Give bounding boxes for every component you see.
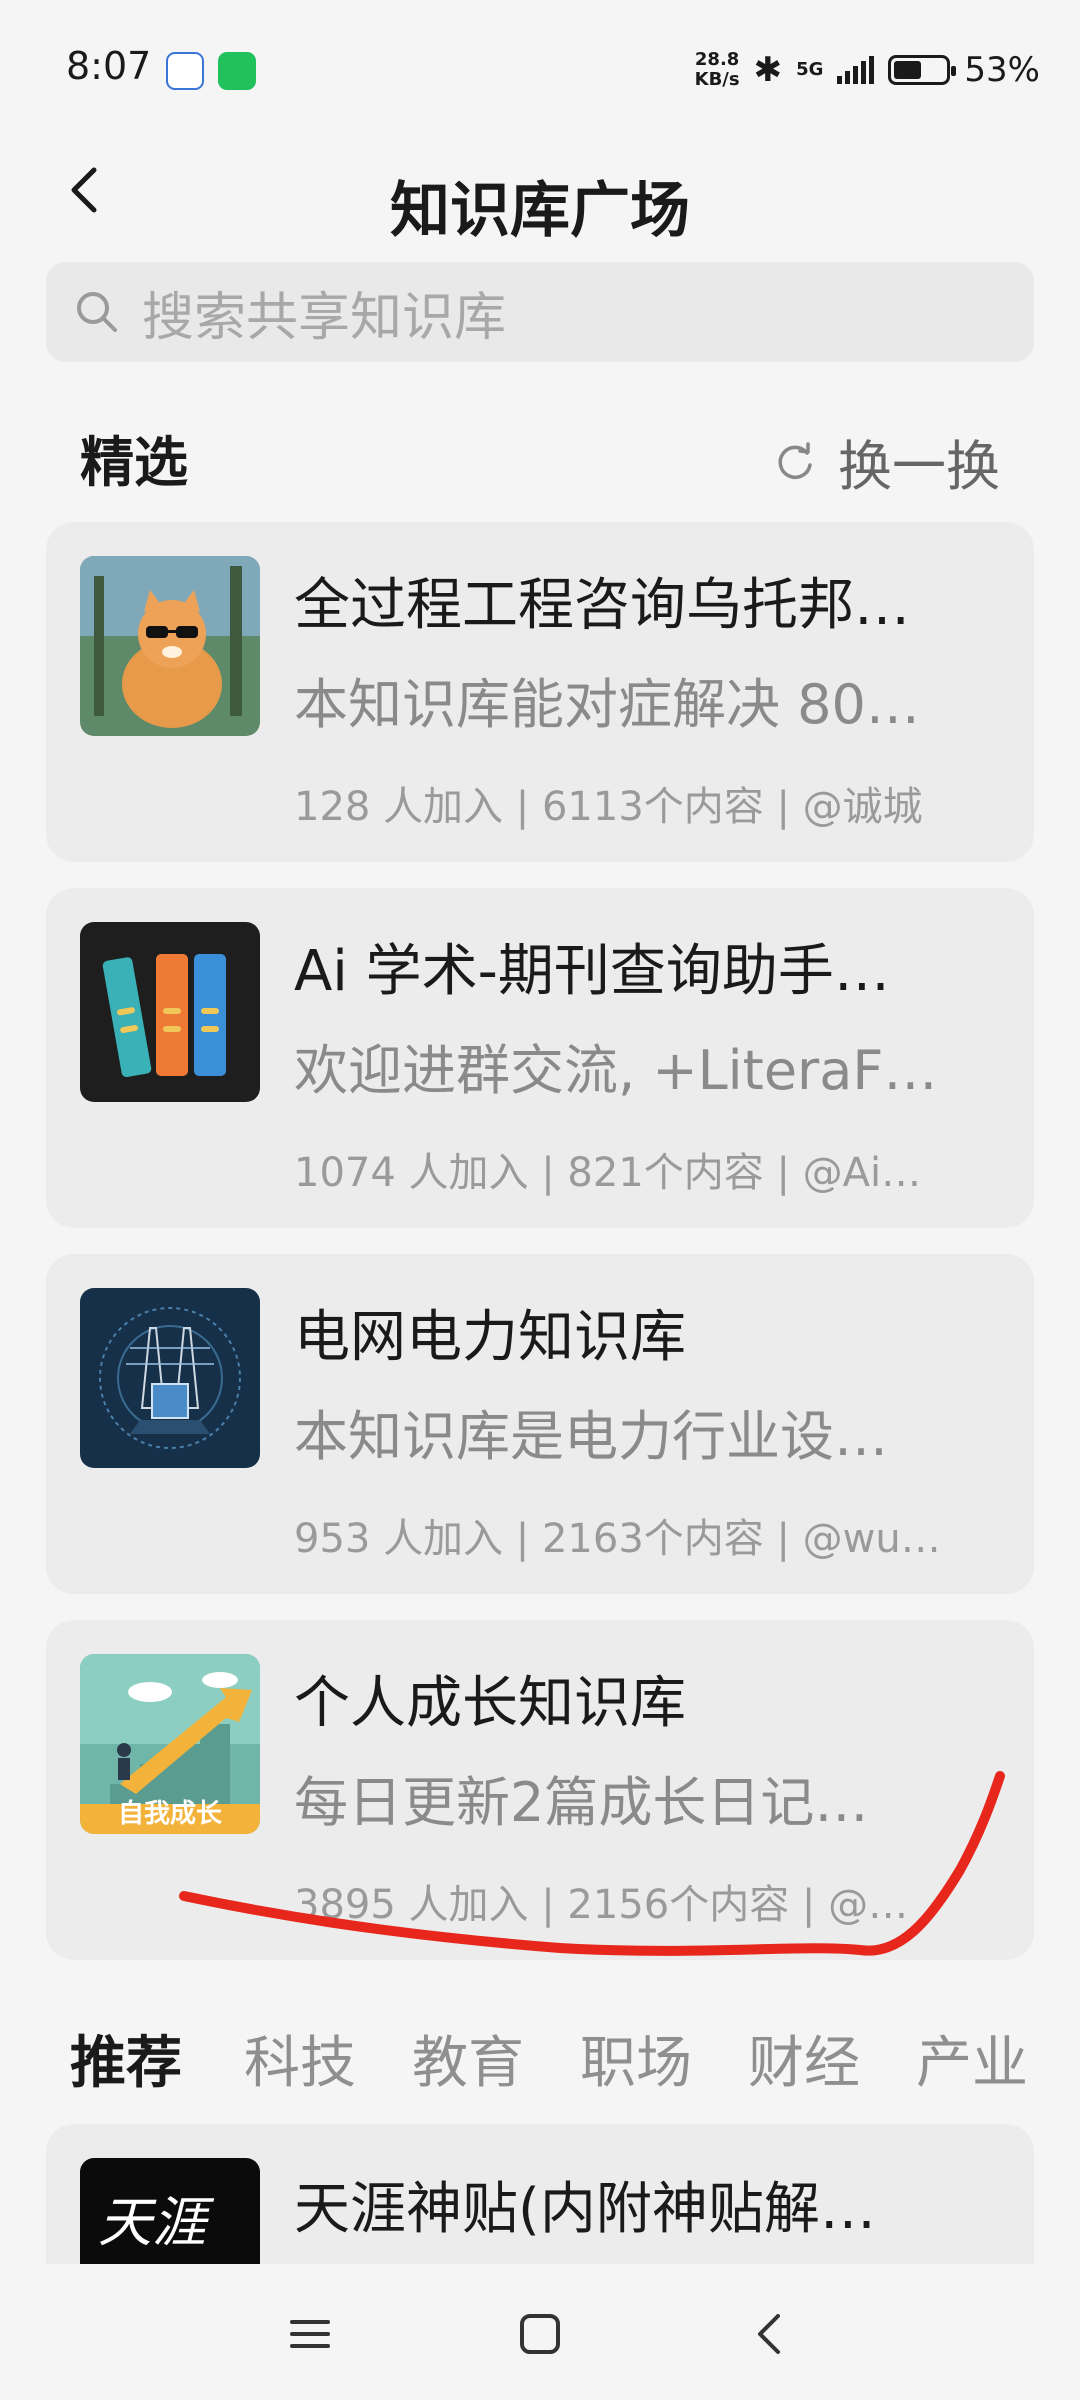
- wechat-notification-icon: [218, 52, 256, 90]
- tab-workplace[interactable]: 职场: [580, 2018, 692, 2098]
- network-type: 5G: [796, 59, 824, 80]
- system-nav-bar: [0, 2266, 1080, 2400]
- card-title: 电网电力知识库: [294, 1305, 686, 1370]
- card-meta: 1074 人加入 | 821个内容 | @Ai…: [294, 1150, 922, 1196]
- tab-industry[interactable]: 产业: [916, 2018, 1028, 2098]
- refresh-label: 换一换: [838, 435, 1000, 498]
- home-button[interactable]: [510, 2304, 570, 2364]
- featured-title: 精选: [80, 431, 188, 494]
- knowledge-base-card[interactable]: 天涯 天涯神贴(内附神贴解…: [46, 2124, 1034, 2264]
- growth-stairs-image: 自我成长: [80, 1654, 260, 1834]
- home-icon: [520, 2314, 560, 2354]
- status-bar: 8:07 28.8 KB/s ✱ 5G 53%: [0, 0, 1080, 140]
- refresh-icon: [778, 441, 812, 479]
- knowledge-base-card[interactable]: Ai 学术-期刊查询助手… 欢迎进群交流, +LiteraF… 1074 人加入…: [46, 888, 1034, 1228]
- card-description: 每日更新2篇成长日记…: [294, 1771, 869, 1834]
- page-title: 知识库广场: [390, 176, 690, 246]
- app-notification-icon: [166, 52, 204, 90]
- tianya-logo-image: 天涯: [80, 2158, 260, 2264]
- search-input[interactable]: 搜索共享知识库: [46, 262, 1034, 362]
- battery-level: [894, 61, 921, 79]
- tab-education[interactable]: 教育: [412, 2018, 524, 2098]
- refresh-button[interactable]: 换一换: [774, 422, 1000, 501]
- status-indicators: 28.8 KB/s ✱ 5G 53%: [695, 42, 1040, 98]
- search-placeholder: 搜索共享知识库: [142, 287, 507, 348]
- battery-icon: [888, 55, 957, 85]
- thumb-text: 天涯: [98, 2191, 206, 2254]
- card-description: 欢迎进群交流, +LiteraF…: [294, 1039, 938, 1102]
- search-icon: [77, 292, 117, 332]
- card-meta: 128 人加入 | 6113个内容 | @诚城: [294, 784, 923, 830]
- battery-percent: 53%: [964, 50, 1040, 90]
- card-title: 天涯神贴(内附神贴解…: [294, 2177, 876, 2242]
- books-image: [80, 922, 260, 1102]
- signal-icon: [837, 56, 875, 84]
- network-speed-value: 28.8: [694, 49, 740, 70]
- knowledge-base-card[interactable]: 全过程工程咨询乌托邦… 本知识库能对症解决 80… 128 人加入 | 6113…: [46, 522, 1034, 862]
- knowledge-base-card[interactable]: 电网电力知识库 本知识库是电力行业设… 953 人加入 | 2163个内容 | …: [46, 1254, 1034, 1594]
- category-tabs: 推荐 科技 教育 职场 财经 产业: [0, 2018, 1080, 2098]
- menu-icon: [290, 2320, 330, 2348]
- tab-tech[interactable]: 科技: [244, 2018, 356, 2098]
- card-description: 本知识库是电力行业设…: [294, 1405, 888, 1468]
- card-meta: 3895 人加入 | 2156个内容 | @…: [294, 1882, 909, 1928]
- tab-finance[interactable]: 财经: [748, 2018, 860, 2098]
- card-title: Ai 学术-期刊查询助手…: [294, 939, 890, 1004]
- thumb-caption: 自我成长: [117, 1799, 222, 1829]
- card-description: 本知识库能对症解决 80…: [294, 673, 920, 736]
- status-time: 8:07: [66, 44, 152, 88]
- network-speed-unit: KB/s: [694, 69, 740, 90]
- cat-with-sunglasses-image: [80, 556, 260, 736]
- card-meta: 953 人加入 | 2163个内容 | @wu…: [294, 1516, 941, 1562]
- card-title: 个人成长知识库: [294, 1671, 686, 1736]
- menu-button[interactable]: [280, 2304, 340, 2364]
- back-icon: [758, 2314, 780, 2354]
- nav-back-button[interactable]: [740, 2304, 800, 2364]
- featured-section-header: 精选 换一换: [0, 410, 1080, 498]
- power-grid-image: [80, 1288, 260, 1468]
- card-title: 全过程工程咨询乌托邦…: [294, 573, 910, 638]
- bluetooth-icon: ✱: [753, 50, 783, 90]
- knowledge-base-card[interactable]: 自我成长 个人成长知识库 每日更新2篇成长日记… 3895 人加入 | 2156…: [46, 1620, 1034, 1960]
- tab-recommend[interactable]: 推荐: [70, 2018, 182, 2098]
- header: 知识库广场: [0, 140, 1080, 246]
- network-speed: 28.8 KB/s: [695, 50, 740, 90]
